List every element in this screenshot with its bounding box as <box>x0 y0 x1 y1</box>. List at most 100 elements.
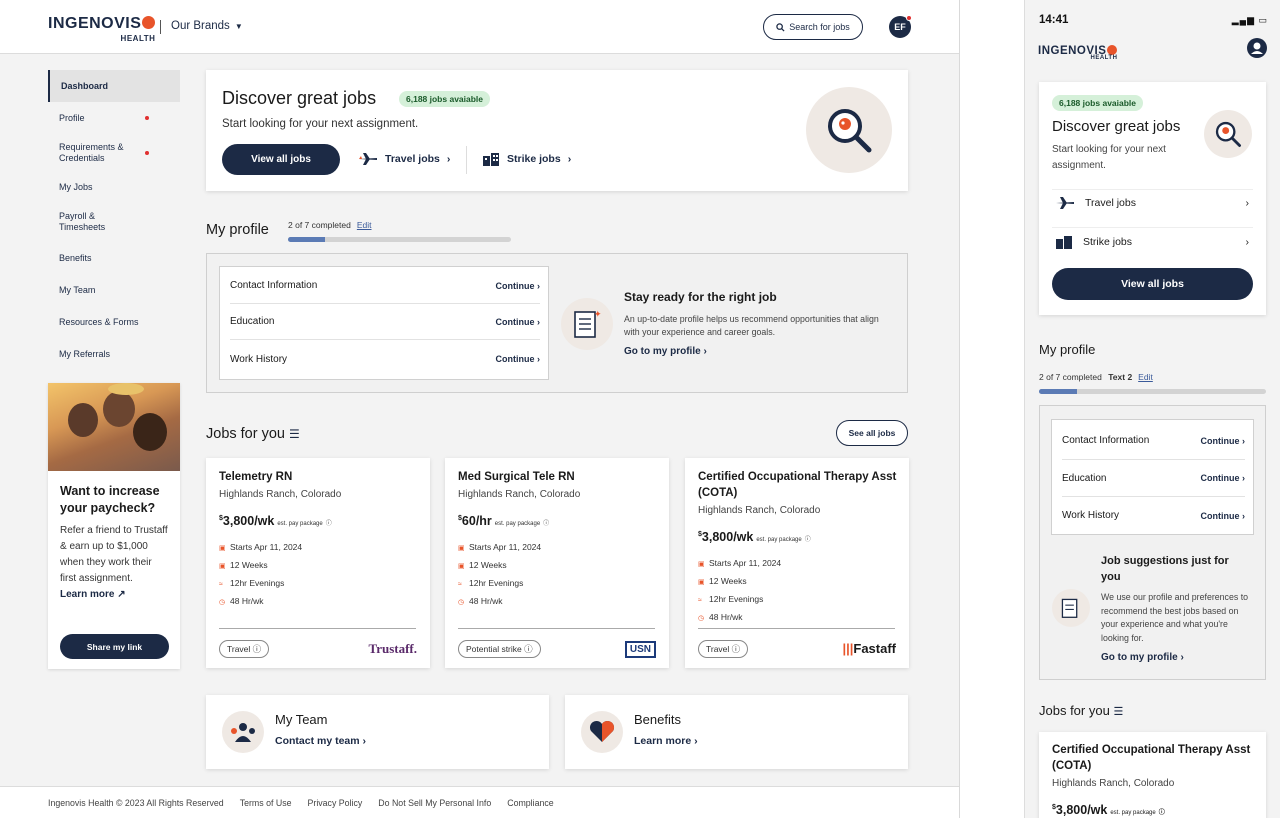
ingenovis-logo[interactable]: INGENOVIS HEALTH <box>48 16 156 43</box>
profile-step-education[interactable]: Education Continue › <box>230 304 540 340</box>
profile-step-work-history[interactable]: Work History Continue › <box>230 341 540 377</box>
magnifier-illustration <box>1204 110 1252 158</box>
footer-link-compliance[interactable]: Compliance <box>507 798 553 808</box>
search-jobs-illustration <box>806 87 892 173</box>
mobile-progress-text: 2 of 7 completed Text 2 Edit <box>1039 372 1153 382</box>
learn-more-link[interactable]: Learn more ↗ <box>60 589 168 600</box>
strike-jobs-link[interactable]: Strike jobs › <box>482 152 571 166</box>
profile-progress-bar <box>288 237 511 242</box>
mobile-logo[interactable]: INGENOVIS HEALTH <box>1038 42 1118 61</box>
sidebar-item-requirements[interactable]: Requirements & Credentials <box>48 134 180 172</box>
footer-link-do-not-sell[interactable]: Do Not Sell My Personal Info <box>378 798 491 808</box>
sidebar-item-label: My Team <box>59 285 96 295</box>
divider <box>466 146 467 174</box>
filter-icon[interactable]: ☰ <box>289 427 300 441</box>
benefits-learn-more-link[interactable]: Learn more › <box>634 735 698 747</box>
footer-link-privacy[interactable]: Privacy Policy <box>308 798 363 808</box>
sidebar-item-my-team[interactable]: My Team <box>48 274 180 306</box>
sidebar-item-profile[interactable]: Profile <box>48 102 180 134</box>
sidebar-item-benefits[interactable]: Benefits <box>48 242 180 274</box>
mobile-hero-subtitle: Start looking for your next assignment. <box>1052 144 1166 171</box>
calendar-icon: ▣ <box>698 561 705 568</box>
job-details: ▣ Starts Apr 11, 2024 ▣ 12 Weeks ≈12hr Eve… <box>219 539 302 611</box>
job-card[interactable]: Certified Occupational Therapy Asst (COT… <box>685 458 909 668</box>
sidebar-item-dashboard[interactable]: Dashboard <box>48 70 180 102</box>
continue-link[interactable]: Continue › <box>1201 511 1246 521</box>
info-icon[interactable]: ⓘ <box>326 521 332 527</box>
share-link-button[interactable]: Share my link <box>60 634 169 659</box>
info-icon[interactable]: ⓘ <box>805 537 811 543</box>
tag-label: Travel <box>706 644 730 654</box>
mobile-view-all-button[interactable]: View all jobs <box>1052 268 1253 300</box>
chevron-right-icon: › <box>567 153 572 165</box>
pay-note: est. pay package <box>494 521 541 527</box>
travel-jobs-link[interactable]: Travel jobs › <box>358 152 450 166</box>
divider <box>1052 189 1253 190</box>
continue-label: Continue <box>495 354 535 364</box>
mobile-travel-jobs-link[interactable]: Travel jobs › <box>1055 196 1249 210</box>
info-icon[interactable]: ⓘ <box>543 521 549 527</box>
sidebar-item-label: Resources & Forms <box>59 317 139 327</box>
clock-icon: ◷ <box>698 615 705 622</box>
suggestions-body: We use our profile and preferences to re… <box>1101 592 1249 643</box>
benefits-link-label: Learn more <box>634 735 692 747</box>
step-label: Education <box>1062 472 1107 484</box>
progress-extra: Text 2 <box>1108 372 1133 382</box>
search-jobs-button[interactable]: Search for jobs <box>763 14 863 40</box>
mobile-profile-heading: My profile <box>1039 342 1096 357</box>
mobile-go-to-profile-link[interactable]: Go to my profile › <box>1101 652 1184 663</box>
building-icon <box>483 153 499 166</box>
suggestions-title: Job suggestions just for you <box>1101 555 1229 583</box>
profile-step-work-history[interactable]: Work History Continue › <box>1062 497 1245 534</box>
account-icon[interactable] <box>1247 38 1267 58</box>
sidebar-item-resources[interactable]: Resources & Forms <box>48 306 180 338</box>
see-all-jobs-button[interactable]: See all jobs <box>836 420 908 446</box>
continue-label: Continue <box>495 280 535 291</box>
continue-link[interactable]: Continue › <box>1201 473 1246 483</box>
filter-icon[interactable]: ☰ <box>1113 706 1123 718</box>
job-pay: $3,800/wk est. pay package ⓘ <box>698 530 811 544</box>
mobile-strike-jobs-link[interactable]: Strike jobs › <box>1055 235 1249 249</box>
edit-profile-link[interactable]: Edit <box>357 220 372 230</box>
pay-amount: 3,800 <box>222 514 255 528</box>
pay-note: est. pay package <box>756 537 802 543</box>
info-icon[interactable]: ⓘ <box>1159 810 1165 816</box>
team-title: My Team <box>275 712 328 727</box>
view-all-jobs-button[interactable]: View all jobs <box>222 144 340 175</box>
continue-link[interactable]: Continue › <box>496 354 541 364</box>
step-label: Contact Information <box>1062 435 1150 446</box>
continue-label: Continue <box>1200 473 1240 483</box>
divider <box>698 628 895 629</box>
benefits-card[interactable]: Benefits Learn more › <box>565 695 908 769</box>
chevron-right-icon: › <box>1180 652 1184 663</box>
footer-link-terms[interactable]: Terms of Use <box>240 798 292 808</box>
sidebar-item-my-jobs[interactable]: My Jobs <box>48 172 180 202</box>
profile-step-contact[interactable]: Contact Information Continue › <box>230 268 540 304</box>
profile-step-education[interactable]: Education Continue › <box>1062 460 1245 497</box>
our-brands-dropdown[interactable]: Our Brands ▼ <box>171 20 243 32</box>
step-label: Education <box>230 316 275 327</box>
sidebar-item-payroll[interactable]: Payroll & Timesheets <box>48 202 180 242</box>
go-to-profile-link[interactable]: Go to my profile › <box>624 346 707 357</box>
continue-link[interactable]: Continue › <box>496 317 541 327</box>
mobile-job-card[interactable]: Certified Occupational Therapy Asst (COT… <box>1039 732 1266 818</box>
continue-link[interactable]: Continue › <box>496 281 541 291</box>
contact-team-link[interactable]: Contact my team › <box>275 735 366 747</box>
sidebar-item-referrals[interactable]: My Referrals <box>48 338 180 370</box>
job-card[interactable]: Med Surgical Tele RN Highlands Ranch, Co… <box>445 458 669 668</box>
desktop-view: INGENOVIS HEALTH Our Brands ▼ Search for … <box>0 0 960 818</box>
referral-promo-card: Want to increase your paycheck? Refer a … <box>48 383 180 669</box>
user-avatar[interactable]: EF <box>889 15 912 38</box>
document-icon: ✦ <box>574 309 601 338</box>
profile-step-contact[interactable]: Contact Information Continue › <box>1062 422 1245 460</box>
edit-profile-link[interactable]: Edit <box>1138 372 1153 382</box>
magnifier-icon <box>1215 121 1241 147</box>
my-team-card[interactable]: My Team Contact my team › <box>206 695 549 769</box>
continue-label: Continue <box>495 316 535 327</box>
progress-fill <box>1039 389 1077 394</box>
fastaff-wordmark: Fastaff <box>853 641 896 656</box>
stay-ready-body: An up-to-date profile helps us recommend… <box>624 314 879 337</box>
sidebar-item-label: Payroll & Timesheets <box>59 211 106 232</box>
continue-link[interactable]: Continue › <box>1201 436 1246 446</box>
job-card[interactable]: Telemetry RN Highlands Ranch, Colorado $… <box>206 458 430 668</box>
